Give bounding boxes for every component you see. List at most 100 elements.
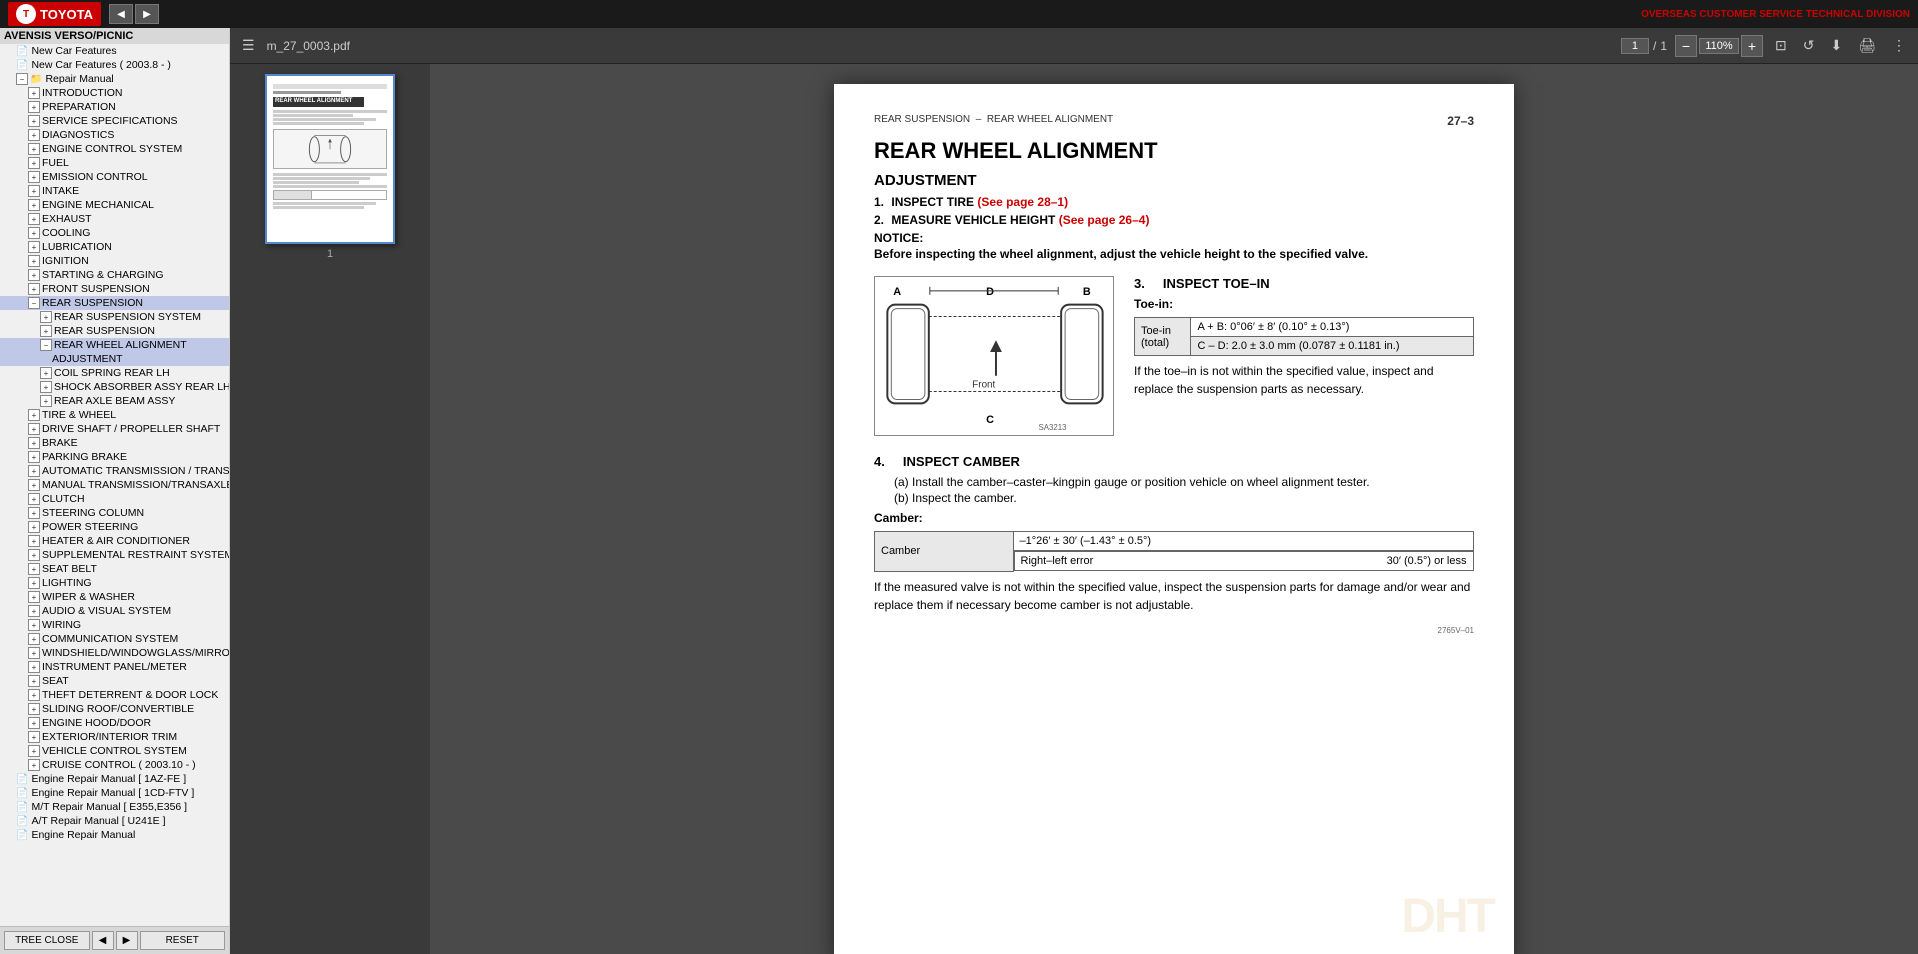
sidebar-item-heater-ac[interactable]: + HEATER & AIR CONDITIONER bbox=[0, 534, 229, 548]
expand-icon[interactable]: + bbox=[28, 283, 40, 295]
sidebar-item-cruise-control[interactable]: + CRUISE CONTROL ( 2003.10 - ) bbox=[0, 758, 229, 772]
sidebar-item-engine-repair-plain[interactable]: 📄 Engine Repair Manual bbox=[0, 828, 229, 842]
expand-icon[interactable]: + bbox=[28, 689, 40, 701]
sidebar-item-auto-trans[interactable]: + AUTOMATIC TRANSMISSION / TRANS bbox=[0, 464, 229, 478]
pdf-print-icon[interactable]: 🖨 bbox=[1854, 35, 1880, 56]
expand-icon[interactable]: + bbox=[28, 759, 40, 771]
expand-icon[interactable]: + bbox=[40, 325, 52, 337]
sidebar-item-engine-mech[interactable]: + ENGINE MECHANICAL bbox=[0, 198, 229, 212]
sidebar-item-sliding-roof[interactable]: + SLIDING ROOF/CONVERTIBLE bbox=[0, 702, 229, 716]
sidebar-item-mt-repair[interactable]: 📄 M/T Repair Manual [ E355,E356 ] bbox=[0, 800, 229, 814]
sidebar-item-rear-suspension[interactable]: − REAR SUSPENSION bbox=[0, 296, 229, 310]
expand-icon[interactable]: + bbox=[28, 745, 40, 757]
sidebar-item-exterior-trim[interactable]: + EXTERIOR/INTERIOR TRIM bbox=[0, 730, 229, 744]
sidebar-item-parking-brake[interactable]: + PARKING BRAKE bbox=[0, 450, 229, 464]
expand-icon[interactable]: + bbox=[40, 395, 52, 407]
sidebar-item-shock-absorber[interactable]: + SHOCK ABSORBER ASSY REAR LH bbox=[0, 380, 229, 394]
expand-icon[interactable]: + bbox=[28, 521, 40, 533]
sidebar-item-lubrication[interactable]: + LUBRICATION bbox=[0, 240, 229, 254]
expand-icon[interactable]: + bbox=[28, 731, 40, 743]
expand-icon[interactable]: + bbox=[28, 101, 40, 113]
expand-icon[interactable]: + bbox=[28, 199, 40, 211]
sidebar-item-emission[interactable]: + EMISSION CONTROL bbox=[0, 170, 229, 184]
expand-icon[interactable]: + bbox=[28, 591, 40, 603]
sidebar-item-communication[interactable]: + COMMUNICATION SYSTEM bbox=[0, 632, 229, 646]
pdf-zoom-minus-button[interactable]: − bbox=[1675, 35, 1697, 57]
pdf-menu-icon[interactable]: ☰ bbox=[238, 33, 259, 58]
sidebar-item-wiring[interactable]: + WIRING bbox=[0, 618, 229, 632]
expand-icon[interactable]: + bbox=[28, 87, 40, 99]
sidebar-item-new-car-features-2003[interactable]: 📄 New Car Features ( 2003.8 - ) bbox=[0, 58, 229, 72]
expand-icon[interactable]: + bbox=[28, 227, 40, 239]
expand-icon[interactable]: + bbox=[40, 367, 52, 379]
sidebar-item-audio[interactable]: + AUDIO & VISUAL SYSTEM bbox=[0, 604, 229, 618]
pdf-fit-icon[interactable]: ⊡ bbox=[1771, 35, 1791, 56]
expand-icon[interactable]: + bbox=[40, 381, 52, 393]
expand-icon[interactable]: + bbox=[28, 437, 40, 449]
sidebar-item-wiper[interactable]: + WIPER & WASHER bbox=[0, 590, 229, 604]
expand-icon[interactable]: + bbox=[28, 129, 40, 141]
expand-icon[interactable]: + bbox=[28, 605, 40, 617]
expand-icon[interactable]: + bbox=[28, 269, 40, 281]
expand-icon[interactable]: + bbox=[28, 549, 40, 561]
sidebar-item-adjustment[interactable]: ADJUSTMENT bbox=[0, 352, 229, 366]
expand-icon[interactable]: + bbox=[28, 213, 40, 225]
pdf-zoom-plus-button[interactable]: + bbox=[1741, 35, 1763, 57]
sidebar-item-preparation[interactable]: + PREPARATION bbox=[0, 100, 229, 114]
reset-button[interactable]: RESET bbox=[140, 931, 226, 950]
sidebar-item-intake[interactable]: + INTAKE bbox=[0, 184, 229, 198]
step-2-link[interactable]: (See page 26–4) bbox=[1059, 213, 1150, 227]
sidebar-item-engine-repair-1az[interactable]: 📄 Engine Repair Manual [ 1AZ-FE ] bbox=[0, 772, 229, 786]
sidebar-item-windshield[interactable]: + WINDSHIELD/WINDOWGLASS/MIRROR bbox=[0, 646, 229, 660]
sidebar-item-power-steering[interactable]: + POWER STEERING bbox=[0, 520, 229, 534]
sidebar-item-diagnostics[interactable]: + DIAGNOSTICS bbox=[0, 128, 229, 142]
expand-icon[interactable]: + bbox=[28, 409, 40, 421]
expand-icon[interactable]: + bbox=[28, 577, 40, 589]
sidebar-item-exhaust[interactable]: + EXHAUST bbox=[0, 212, 229, 226]
expand-icon[interactable]: + bbox=[28, 647, 40, 659]
sidebar-item-cooling[interactable]: + COOLING bbox=[0, 226, 229, 240]
expand-icon[interactable]: + bbox=[28, 451, 40, 463]
sidebar-item-vehicle-control[interactable]: + VEHICLE CONTROL SYSTEM bbox=[0, 744, 229, 758]
sidebar-item-lighting[interactable]: + LIGHTING bbox=[0, 576, 229, 590]
expand-icon[interactable]: + bbox=[28, 717, 40, 729]
pdf-main-view[interactable]: REAR SUSPENSION – REAR WHEEL ALIGNMENT 2… bbox=[430, 64, 1918, 954]
pdf-rotate-icon[interactable]: ↺ bbox=[1799, 35, 1819, 56]
expand-icon[interactable]: + bbox=[28, 619, 40, 631]
expand-icon[interactable]: − bbox=[28, 297, 40, 309]
sidebar-item-fuel[interactable]: + FUEL bbox=[0, 156, 229, 170]
sidebar-prev-button[interactable]: ◀ bbox=[92, 931, 114, 950]
sidebar-item-service-specs[interactable]: + SERVICE SPECIFICATIONS bbox=[0, 114, 229, 128]
thumbnail-item[interactable]: REAR WHEEL ALIGNMENT bbox=[240, 74, 420, 260]
expand-icon[interactable]: + bbox=[28, 157, 40, 169]
sidebar-item-tire-wheel[interactable]: + TIRE & WHEEL bbox=[0, 408, 229, 422]
sidebar-item-engine-repair-1cd[interactable]: 📄 Engine Repair Manual [ 1CD-FTV ] bbox=[0, 786, 229, 800]
sidebar-item-rear-sus2[interactable]: + REAR SUSPENSION bbox=[0, 324, 229, 338]
sidebar-item-clutch[interactable]: + CLUTCH bbox=[0, 492, 229, 506]
expand-icon[interactable]: + bbox=[28, 255, 40, 267]
expand-icon[interactable]: + bbox=[28, 507, 40, 519]
expand-icon[interactable]: + bbox=[40, 311, 52, 323]
sidebar-item-repair-manual[interactable]: − 📁 Repair Manual bbox=[0, 72, 229, 86]
expand-icon[interactable]: + bbox=[28, 563, 40, 575]
sidebar-item-drive-shaft[interactable]: + DRIVE SHAFT / PROPELLER SHAFT bbox=[0, 422, 229, 436]
pdf-page-input[interactable] bbox=[1621, 38, 1649, 54]
nav-forward-button[interactable]: ▶ bbox=[135, 4, 159, 24]
sidebar-item-manual-trans[interactable]: + MANUAL TRANSMISSION/TRANSAXLE bbox=[0, 478, 229, 492]
expand-icon[interactable]: + bbox=[28, 241, 40, 253]
expand-icon[interactable]: + bbox=[28, 661, 40, 673]
expand-icon[interactable]: + bbox=[28, 115, 40, 127]
expand-icon[interactable]: + bbox=[28, 703, 40, 715]
nav-back-button[interactable]: ◀ bbox=[109, 4, 133, 24]
sidebar-item-seat[interactable]: + SEAT bbox=[0, 674, 229, 688]
sidebar-item-coil-spring[interactable]: + COIL SPRING REAR LH bbox=[0, 366, 229, 380]
tree-close-button[interactable]: TREE CLOSE bbox=[4, 931, 90, 950]
sidebar-item-engine-hood[interactable]: + ENGINE HOOD/DOOR bbox=[0, 716, 229, 730]
sidebar-item-instrument[interactable]: + INSTRUMENT PANEL/METER bbox=[0, 660, 229, 674]
expand-icon[interactable]: + bbox=[28, 633, 40, 645]
expand-icon[interactable]: + bbox=[28, 143, 40, 155]
sidebar-item-brake[interactable]: + BRAKE bbox=[0, 436, 229, 450]
expand-icon[interactable]: + bbox=[28, 493, 40, 505]
sidebar-item-theft[interactable]: + THEFT DETERRENT & DOOR LOCK bbox=[0, 688, 229, 702]
sidebar-item-srs[interactable]: + SUPPLEMENTAL RESTRAINT SYSTEM bbox=[0, 548, 229, 562]
